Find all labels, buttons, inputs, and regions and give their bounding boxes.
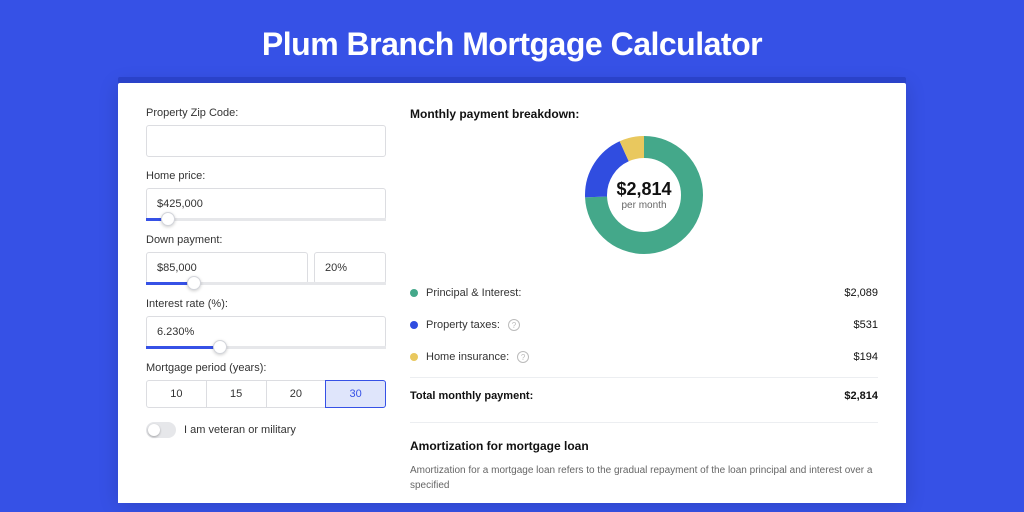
legend-label: Principal & Interest:: [426, 287, 521, 299]
legend-value: $194: [854, 351, 878, 363]
amortization-body: Amortization for a mortgage loan refers …: [410, 463, 878, 493]
down-payment-slider[interactable]: [146, 282, 386, 285]
interest-rate-field: Interest rate (%):: [146, 298, 386, 349]
legend-value: $2,089: [844, 287, 878, 299]
mortgage-period-label: Mortgage period (years):: [146, 362, 386, 374]
down-payment-field: Down payment:: [146, 234, 386, 285]
legend-row-principal: Principal & Interest: $2,089: [410, 277, 878, 309]
home-price-field: Home price:: [146, 170, 386, 221]
veteran-toggle-row: I am veteran or military: [146, 422, 386, 438]
results-column: Monthly payment breakdown: $2,814 per mo…: [410, 107, 878, 503]
period-btn-10[interactable]: 10: [146, 380, 207, 408]
donut-total-value: $2,814: [616, 179, 671, 200]
down-payment-input[interactable]: [146, 252, 308, 284]
veteran-toggle[interactable]: [146, 422, 176, 438]
down-payment-pct-input[interactable]: [314, 252, 386, 284]
interest-rate-slider[interactable]: [146, 346, 386, 349]
slider-thumb[interactable]: [213, 340, 227, 354]
toggle-knob: [148, 424, 160, 436]
zip-label: Property Zip Code:: [146, 107, 386, 119]
legend-dot: [410, 321, 418, 329]
breakdown-title: Monthly payment breakdown:: [410, 107, 878, 121]
period-btn-30[interactable]: 30: [325, 380, 386, 408]
veteran-label: I am veteran or military: [184, 424, 296, 436]
interest-rate-input[interactable]: [146, 316, 386, 348]
period-button-group: 10 15 20 30: [146, 380, 386, 408]
donut-chart: $2,814 per month: [584, 135, 704, 255]
inputs-column: Property Zip Code: Home price: Down paym…: [146, 107, 386, 503]
donut-center: $2,814 per month: [584, 135, 704, 255]
legend-label: Property taxes:: [426, 319, 500, 331]
calculator-card: Property Zip Code: Home price: Down paym…: [118, 83, 906, 503]
legend-dot: [410, 289, 418, 297]
total-label: Total monthly payment:: [410, 390, 533, 402]
period-btn-15[interactable]: 15: [206, 380, 267, 408]
donut-total-sub: per month: [621, 200, 666, 211]
legend-dot: [410, 353, 418, 361]
home-price-label: Home price:: [146, 170, 386, 182]
amortization-section: Amortization for mortgage loan Amortizat…: [410, 422, 878, 493]
legend-row-insurance: Home insurance: ? $194: [410, 341, 878, 373]
home-price-input[interactable]: [146, 188, 386, 220]
down-payment-label: Down payment:: [146, 234, 386, 246]
interest-rate-label: Interest rate (%):: [146, 298, 386, 310]
slider-thumb[interactable]: [161, 212, 175, 226]
legend-label: Home insurance:: [426, 351, 509, 363]
total-value: $2,814: [844, 390, 878, 402]
mortgage-period-field: Mortgage period (years): 10 15 20 30: [146, 362, 386, 408]
legend-row-taxes: Property taxes: ? $531: [410, 309, 878, 341]
donut-chart-wrap: $2,814 per month: [410, 135, 878, 255]
help-icon[interactable]: ?: [508, 319, 520, 331]
amortization-title: Amortization for mortgage loan: [410, 439, 878, 453]
help-icon[interactable]: ?: [517, 351, 529, 363]
home-price-slider[interactable]: [146, 218, 386, 221]
zip-field: Property Zip Code:: [146, 107, 386, 157]
slider-thumb[interactable]: [187, 276, 201, 290]
legend-value: $531: [854, 319, 878, 331]
period-btn-20[interactable]: 20: [266, 380, 327, 408]
page-title: Plum Branch Mortgage Calculator: [0, 0, 1024, 83]
zip-input[interactable]: [146, 125, 386, 157]
total-row: Total monthly payment: $2,814: [410, 377, 878, 414]
